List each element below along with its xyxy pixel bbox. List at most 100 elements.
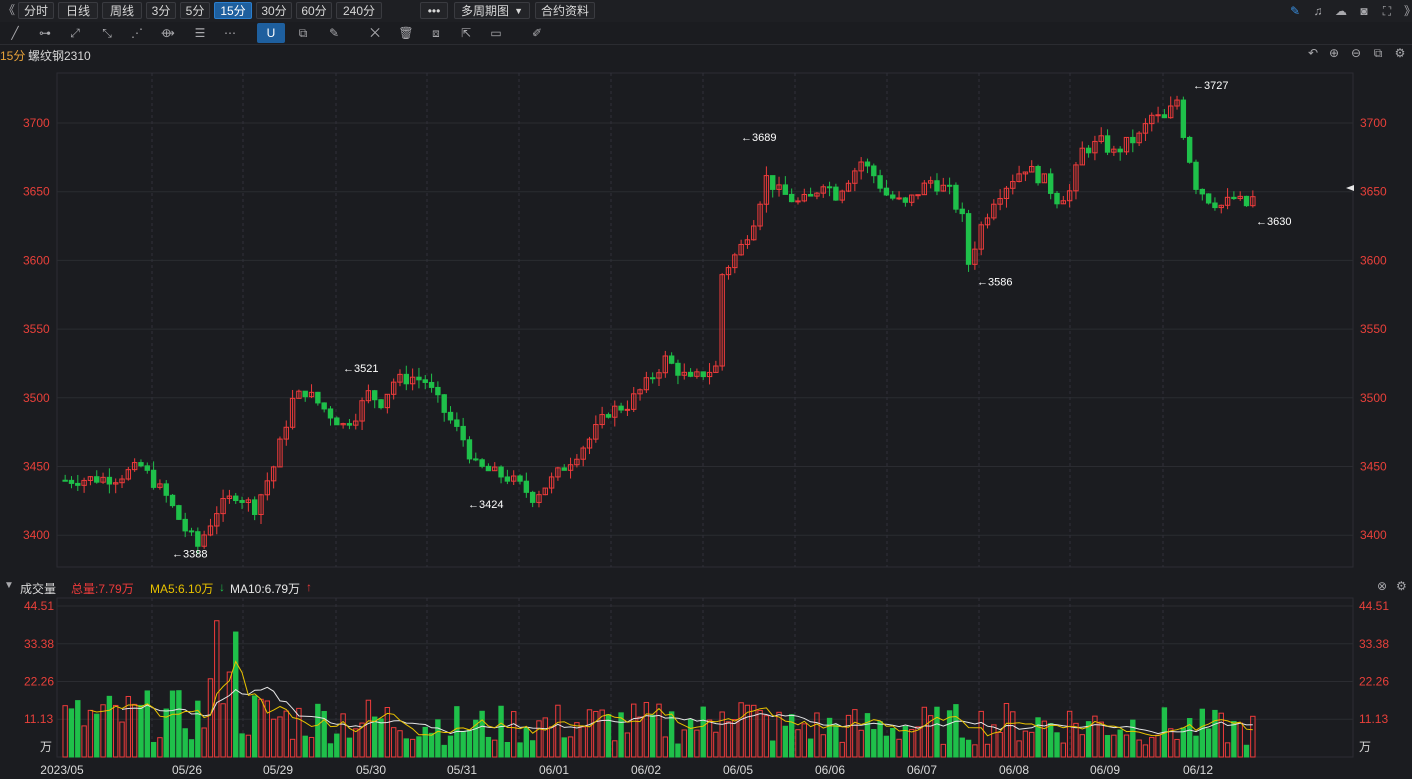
volume-bar bbox=[1250, 715, 1256, 758]
volume-bar bbox=[706, 719, 713, 758]
candle-body bbox=[504, 476, 511, 482]
copy-icon[interactable]: ⧉ bbox=[294, 23, 312, 43]
export-icon[interactable]: ⇱ bbox=[457, 23, 475, 43]
ray-tool-icon[interactable]: ⤢ bbox=[66, 23, 84, 43]
volume-bar bbox=[62, 705, 68, 758]
volume-chart[interactable]: 44.51 44.51 33.38 33.38 22.26 22.26 11.13 11.13… bbox=[0, 596, 1412, 779]
volume-bar bbox=[1117, 729, 1123, 758]
candle-body bbox=[618, 405, 624, 411]
volume-bar bbox=[138, 704, 144, 758]
cloud-icon[interactable]: ☁ bbox=[1333, 1, 1349, 21]
candle-body bbox=[233, 495, 239, 502]
magnet-icon[interactable]: U bbox=[257, 23, 285, 43]
collapse-icon[interactable]: 《 bbox=[2, 0, 16, 20]
period-tab-3[interactable]: 周线 bbox=[102, 2, 142, 19]
comment-icon[interactable]: ▭ bbox=[487, 23, 505, 43]
volume-bar bbox=[915, 726, 921, 758]
undo-icon[interactable]: ↶ bbox=[1306, 43, 1320, 63]
volume-bar bbox=[662, 736, 669, 758]
candle-body bbox=[864, 161, 871, 167]
rect-tool-icon[interactable]: ⟴ bbox=[159, 23, 177, 43]
drawing-toolbar: ╱ ⊶ ⤢ ⤡ ⋰ ⟴ ☰ ⋯ U ⧉ ✎ ⨉ 🗑 ⧈ ⇱ ▭ ✐ bbox=[0, 22, 1412, 45]
candle-body bbox=[334, 417, 340, 426]
pen-icon[interactable]: ✎ bbox=[325, 23, 343, 43]
volume-bar bbox=[283, 710, 289, 758]
period-tab-4[interactable]: 3分 bbox=[146, 2, 176, 19]
delete-icon[interactable]: 🗑 bbox=[397, 23, 415, 43]
volume-bar bbox=[1130, 719, 1136, 758]
date-label: 06/02 bbox=[631, 763, 661, 777]
price-chart[interactable]: 3400 3400 3450 3450 3500 3500 3550 3550 3600 3600… bbox=[0, 64, 1412, 576]
settings-icon[interactable]: ⚙ bbox=[1393, 43, 1407, 63]
multi-period-dropdown[interactable]: 多周期图 ▼ bbox=[454, 2, 530, 19]
price-tick-right: 3650 bbox=[1360, 185, 1387, 199]
volume-bar bbox=[877, 721, 883, 758]
candle-body bbox=[770, 175, 776, 190]
volume-bar bbox=[643, 701, 650, 758]
volume-bar bbox=[365, 699, 372, 758]
hide-icon[interactable]: ⨉ bbox=[366, 23, 384, 43]
volume-bar bbox=[890, 727, 896, 758]
camera-icon[interactable]: ◙ bbox=[1356, 1, 1372, 21]
fib-tool-icon[interactable]: ☰ bbox=[191, 23, 209, 43]
volume-bar bbox=[681, 729, 687, 758]
extreme-annotation-3586: ←3586 bbox=[977, 277, 1012, 289]
zoom-out-icon[interactable]: ⊖ bbox=[1349, 43, 1363, 63]
edit-icon[interactable]: ✎ bbox=[1287, 1, 1303, 21]
bell-icon[interactable]: ♫ bbox=[1310, 1, 1326, 21]
date-label: 05/30 bbox=[356, 763, 386, 777]
period-tab-2[interactable]: 日线 bbox=[58, 2, 98, 19]
volume-bar bbox=[858, 729, 864, 758]
candle-body bbox=[454, 419, 460, 427]
volume-settings-icon[interactable]: ⚙ bbox=[1396, 579, 1407, 593]
volume-bar bbox=[675, 743, 681, 758]
period-tab-5[interactable]: 5分 bbox=[180, 2, 210, 19]
volume-bar bbox=[561, 737, 567, 758]
volume-bar bbox=[580, 726, 586, 758]
period-tab-6[interactable]: 15分 bbox=[214, 2, 252, 19]
volume-bar bbox=[757, 709, 763, 758]
candle-body bbox=[239, 500, 245, 503]
collapse-volume-icon[interactable]: ▼ bbox=[4, 580, 14, 591]
channel-tool-icon[interactable]: ⋰ bbox=[128, 23, 146, 43]
volume-title: 成交量 bbox=[20, 582, 57, 596]
layers-icon[interactable]: ⧈ bbox=[427, 23, 445, 43]
candle-body bbox=[150, 469, 157, 488]
volume-bar bbox=[713, 731, 719, 758]
price-tick-left: 3700 bbox=[23, 116, 50, 130]
chevron-right-icon[interactable]: 》 bbox=[1402, 1, 1412, 21]
volume-ma5: MA5:6.10万 bbox=[150, 582, 214, 596]
volume-bar bbox=[510, 711, 517, 758]
current-price-marker bbox=[1346, 185, 1354, 191]
line-tool-icon[interactable]: ╱ bbox=[6, 23, 24, 43]
multi-period-label: 多周期图 bbox=[461, 4, 510, 18]
more-tools-icon[interactable]: ⋯ bbox=[221, 23, 239, 43]
candle-body bbox=[473, 458, 479, 461]
period-tab-9[interactable]: 240分 bbox=[336, 2, 382, 19]
volume-bar bbox=[308, 736, 315, 758]
more-periods-button[interactable]: ••• bbox=[420, 2, 448, 19]
volume-tick-left: 11.13 bbox=[24, 712, 53, 726]
candle-body bbox=[1193, 161, 1199, 190]
volume-bar bbox=[940, 743, 946, 758]
volume-bar bbox=[1079, 734, 1085, 758]
zoom-in-icon[interactable]: ⊕ bbox=[1327, 43, 1341, 63]
date-label: 05/31 bbox=[447, 763, 477, 777]
segment-tool-icon[interactable]: ⊶ bbox=[36, 23, 54, 43]
contract-info-button[interactable]: 合约资料 bbox=[535, 2, 595, 19]
volume-bar bbox=[94, 713, 100, 758]
period-tab-8[interactable]: 60分 bbox=[296, 2, 332, 19]
period-tab-1[interactable]: 分时 bbox=[18, 2, 54, 19]
extend-line-icon[interactable]: ⤡ bbox=[98, 23, 116, 43]
layout-icon[interactable]: ⧉ bbox=[1371, 43, 1385, 63]
volume-close-icon[interactable]: ⊗ bbox=[1377, 579, 1387, 593]
period-tab-7[interactable]: 30分 bbox=[256, 2, 292, 19]
volume-bar bbox=[1212, 709, 1218, 758]
volume-bar bbox=[1199, 708, 1206, 758]
candle-body bbox=[890, 194, 896, 199]
ruler-icon[interactable]: ✐ bbox=[528, 23, 546, 43]
fullscreen-icon[interactable]: ⛶ bbox=[1379, 1, 1395, 21]
candle-body bbox=[1130, 136, 1136, 144]
candle-body bbox=[182, 518, 188, 532]
volume-bar bbox=[492, 739, 498, 758]
